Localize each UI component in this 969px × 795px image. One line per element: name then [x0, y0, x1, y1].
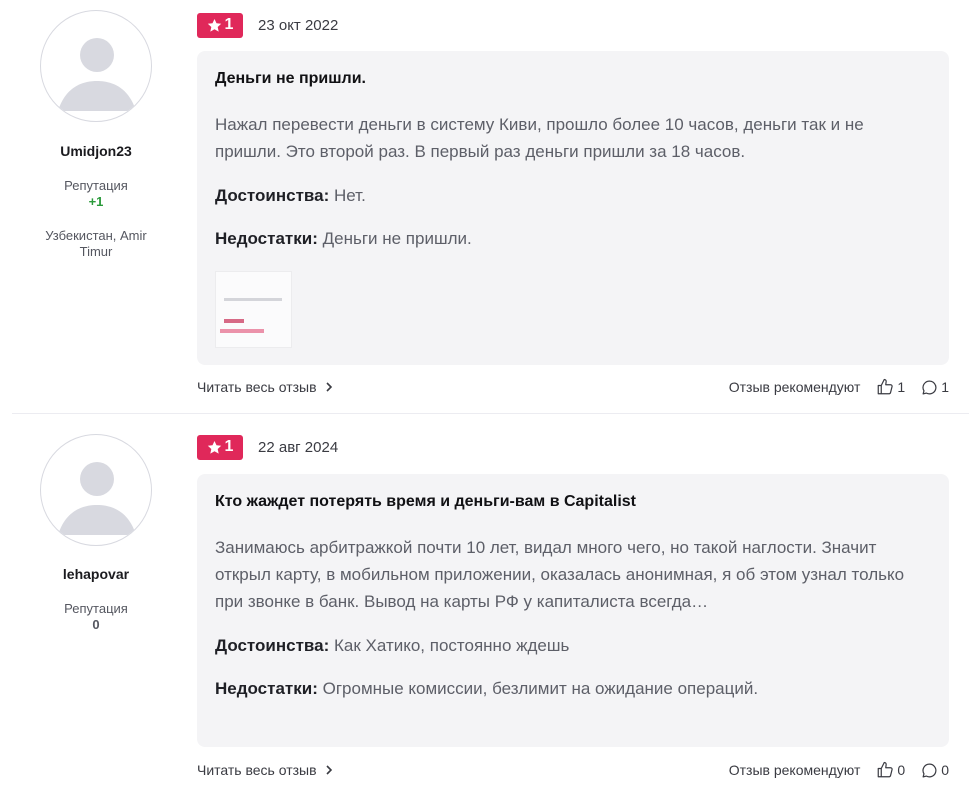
review-body: Деньги не пришли. Нажал перевести деньги… — [197, 51, 949, 365]
review-meta: 1 22 авг 2024 — [197, 434, 338, 460]
read-more-label: Читать весь отзыв — [197, 379, 317, 395]
review-cons: Недостатки: Огромные комиссии, безлимит … — [215, 677, 931, 701]
author-location: Узбекистан, Amir Timur — [45, 228, 147, 259]
thumbs-up-icon — [878, 378, 894, 395]
read-more-link[interactable]: Читать весь отзыв — [197, 762, 333, 778]
review-text: Занимаюсь арбитражкой почти 10 лет, вида… — [215, 538, 905, 611]
comment-button[interactable]: 0 — [921, 762, 949, 779]
review-footer: Читать весь отзыв Отзыв рекомендуют 1 1 — [197, 377, 949, 397]
like-count: 0 — [897, 762, 906, 778]
reputation-label: Репутация — [64, 178, 128, 193]
comment-count: 0 — [941, 762, 949, 778]
review-date: 23 окт 2022 — [258, 16, 339, 34]
review-image-thumbnail[interactable] — [215, 271, 292, 348]
rating-value: 1 — [224, 16, 234, 33]
comment-icon — [922, 763, 937, 777]
review-card: lehapovar Репутация 0 1 22 авг 2024 Кто … — [12, 414, 969, 795]
review-cons: Недостатки: Деньги не пришли. — [215, 227, 931, 251]
like-button[interactable]: 0 — [876, 761, 905, 779]
avatar[interactable] — [40, 434, 152, 546]
recommend-label: Отзыв рекомендуют — [728, 762, 861, 778]
author-name[interactable]: lehapovar — [12, 566, 180, 582]
review-meta: 1 23 окт 2022 — [197, 12, 338, 38]
reputation-value: +1 — [88, 194, 104, 209]
rating-badge: 1 — [197, 12, 243, 38]
cons-label: Недостатки: — [215, 229, 318, 248]
review-footer: Читать весь отзыв Отзыв рекомендуют 0 0 — [197, 760, 949, 780]
user-avatar-icon — [58, 38, 136, 111]
rating-badge: 1 — [197, 434, 243, 460]
author-name[interactable]: Umidjon23 — [12, 143, 180, 159]
review-pros: Достоинства: Как Хатико, постоянно ждешь — [215, 634, 931, 658]
review-card: Umidjon23 Репутация +1 Узбекистан, Amir … — [12, 0, 969, 414]
user-avatar-icon — [58, 462, 136, 535]
like-button[interactable]: 1 — [876, 378, 905, 396]
thumbs-up-icon — [878, 761, 894, 778]
pros-label: Достоинства: — [215, 636, 330, 655]
recommend-label: Отзыв рекомендуют — [728, 379, 861, 395]
pros-text: Как Хатико, постоянно ждешь — [334, 636, 570, 655]
comment-count: 1 — [941, 379, 949, 395]
rating-value: 1 — [224, 438, 234, 455]
cons-text: Огромные комиссии, безлимит на ожидание … — [322, 679, 759, 698]
star-icon — [207, 18, 221, 32]
pros-label: Достоинства: — [215, 186, 330, 205]
reputation-label: Репутация — [64, 601, 128, 616]
avatar[interactable] — [40, 10, 152, 122]
read-more-link[interactable]: Читать весь отзыв — [197, 379, 333, 395]
review-date: 22 авг 2024 — [258, 438, 339, 456]
pros-text: Нет. — [334, 186, 366, 205]
cons-label: Недостатки: — [215, 679, 318, 698]
review-body: Кто жаждет потерять время и деньги-вам в… — [197, 474, 949, 747]
comment-button[interactable]: 1 — [921, 379, 949, 396]
chevron-right-icon — [325, 765, 332, 775]
read-more-label: Читать весь отзыв — [197, 762, 317, 778]
review-pros: Достоинства: Нет. — [215, 184, 931, 208]
reputation-value: 0 — [92, 617, 100, 632]
review-title[interactable]: Деньги не пришли. — [215, 69, 931, 89]
review-title[interactable]: Кто жаждет потерять время и деньги-вам в… — [215, 492, 931, 512]
like-count: 1 — [897, 379, 906, 395]
review-text: Нажал перевести деньги в систему Киви, п… — [215, 115, 864, 161]
chevron-right-icon — [325, 382, 332, 392]
star-icon — [207, 440, 221, 454]
cons-text: Деньги не пришли. — [322, 229, 472, 248]
comment-icon — [922, 380, 937, 394]
